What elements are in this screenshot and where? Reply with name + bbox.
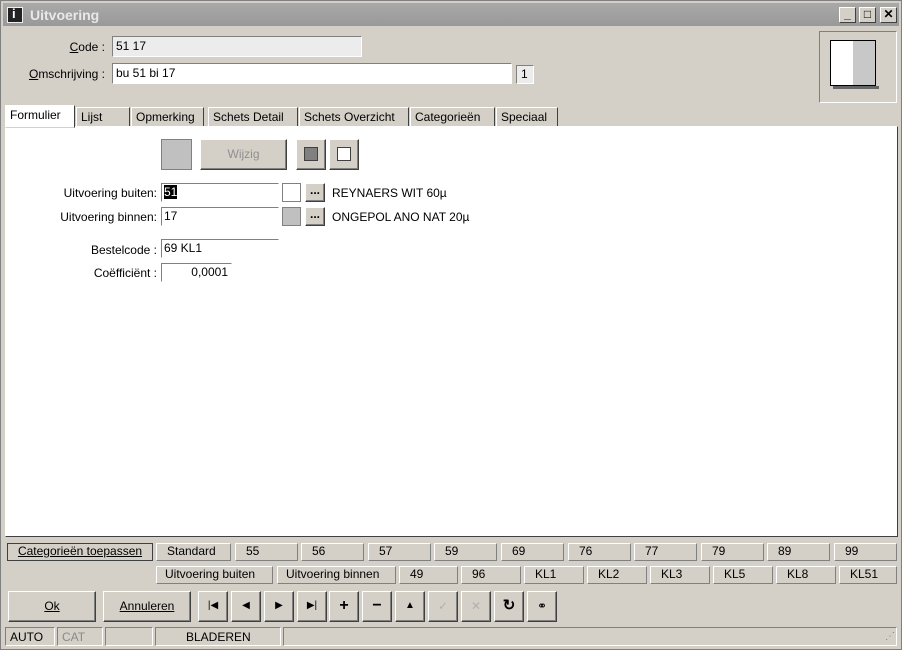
ok-button[interactable]: Ok <box>8 591 96 622</box>
status-cat: CAT <box>57 627 103 646</box>
preview-panel <box>819 31 897 103</box>
last-record-icon[interactable]: ▶| <box>297 591 327 622</box>
language-index-field[interactable]: 1 <box>516 65 534 84</box>
tab-formulier[interactable]: Formulier <box>5 105 75 128</box>
status-state: BLADEREN <box>155 627 281 646</box>
refresh-icon[interactable]: ↻ <box>494 591 524 622</box>
window-preview-icon <box>830 40 879 89</box>
formulier-panel: Wijzig Uitvoering buiten: 51 ... REYNAER… <box>5 126 898 537</box>
category-button[interactable]: 77 <box>634 543 697 561</box>
category-button[interactable]: 59 <box>434 543 497 561</box>
category-button[interactable]: KL3 <box>650 566 710 584</box>
previous-record-icon[interactable]: ◀ <box>231 591 261 622</box>
category-button[interactable]: KL1 <box>524 566 584 584</box>
wijzig-button[interactable]: Wijzig <box>200 139 287 170</box>
resize-grip-icon[interactable]: ⋰ <box>885 631 895 642</box>
close-button[interactable]: ✕ <box>880 7 897 23</box>
status-extra <box>283 627 897 646</box>
cancel-edit-icon[interactable]: ✕ <box>461 591 491 622</box>
tab-schets-detail[interactable]: Schets Detail <box>208 107 298 127</box>
tab-categorieen[interactable]: Categorieën <box>410 107 495 127</box>
color-swatch <box>161 139 192 170</box>
uitvoering-binnen-label: Uitvoering binnen: <box>60 210 157 224</box>
status-blank <box>105 627 153 646</box>
uitvoering-binnen-field[interactable]: 17 <box>161 207 279 226</box>
fill-color-button[interactable] <box>296 139 326 170</box>
category-button[interactable]: KL2 <box>587 566 647 584</box>
category-button[interactable]: 55 <box>235 543 298 561</box>
coefficient-label: Coëfficiënt : <box>93 266 157 280</box>
omschrijving-field[interactable]: bu 51 bi 17 <box>112 63 512 84</box>
next-record-icon[interactable]: ▶ <box>264 591 294 622</box>
filled-square-icon <box>304 147 318 161</box>
search-binoculars-icon[interactable]: ⚭ <box>527 591 557 622</box>
category-button[interactable]: Uitvoering buiten <box>156 566 273 584</box>
buiten-description: REYNAERS WIT 60µ <box>332 186 447 200</box>
category-button[interactable]: 49 <box>399 566 458 584</box>
binnen-browse-button[interactable]: ... <box>305 207 325 226</box>
delete-record-icon[interactable]: − <box>362 591 392 622</box>
buiten-color-swatch <box>282 183 301 202</box>
coefficient-field[interactable]: 0,0001 <box>161 263 232 282</box>
window-title: Uitvoering <box>30 7 100 23</box>
category-button[interactable]: 99 <box>834 543 897 561</box>
maximize-button[interactable]: □ <box>859 7 876 23</box>
code-field[interactable]: 51 17 <box>112 36 362 57</box>
post-record-icon[interactable]: ✓ <box>428 591 458 622</box>
omschrijving-label: Omschrijving : <box>28 67 105 81</box>
tab-lijst[interactable]: Lijst <box>76 107 130 127</box>
tab-speciaal[interactable]: Speciaal <box>496 107 558 127</box>
code-label: Code : <box>69 40 105 54</box>
category-button[interactable]: 57 <box>368 543 431 561</box>
uitvoering-buiten-field[interactable]: 51 <box>161 183 279 202</box>
uitvoering-window: Uitvoering _ □ ✕ Code : 51 17 Omschrijvi… <box>0 0 902 650</box>
category-button[interactable]: 79 <box>701 543 764 561</box>
category-button[interactable]: KL51 <box>839 566 897 584</box>
bestelcode-field[interactable]: 69 KL1 <box>161 239 279 258</box>
edit-record-icon[interactable]: ▲ <box>395 591 425 622</box>
binnen-color-swatch <box>282 207 301 226</box>
uitvoering-buiten-value: 51 <box>164 185 178 199</box>
buiten-browse-button[interactable]: ... <box>305 183 325 202</box>
tab-opmerking[interactable]: Opmerking <box>131 107 204 127</box>
category-button[interactable]: KL5 <box>713 566 773 584</box>
binnen-description: ONGEPOL ANO NAT 20µ <box>332 210 470 224</box>
category-button[interactable]: Uitvoering binnen <box>277 566 396 584</box>
tab-schets-overzicht[interactable]: Schets Overzicht <box>299 107 409 127</box>
category-button[interactable]: 89 <box>767 543 830 561</box>
title-bar[interactable]: Uitvoering _ □ ✕ <box>3 3 899 26</box>
first-record-icon[interactable]: |◀ <box>198 591 228 622</box>
add-record-icon[interactable]: + <box>329 591 359 622</box>
uitvoering-buiten-label: Uitvoering buiten: <box>63 186 157 200</box>
status-bar: AUTO CAT BLADEREN ⋰ <box>5 627 899 647</box>
app-icon <box>7 6 23 23</box>
category-button[interactable]: Standard <box>156 543 231 561</box>
categorieen-toepassen-button[interactable]: Categorieën toepassen <box>7 543 153 561</box>
status-mode: AUTO <box>5 627 55 646</box>
category-button[interactable]: 96 <box>461 566 521 584</box>
category-button[interactable]: 56 <box>301 543 364 561</box>
bestelcode-label: Bestelcode : <box>90 243 157 257</box>
empty-square-icon <box>337 147 351 161</box>
empty-color-button[interactable] <box>329 139 359 170</box>
annuleren-button[interactable]: Annuleren <box>103 591 191 622</box>
category-button[interactable]: 69 <box>501 543 564 561</box>
category-button[interactable]: 76 <box>568 543 631 561</box>
minimize-button[interactable]: _ <box>839 7 856 23</box>
category-button[interactable]: KL8 <box>776 566 836 584</box>
